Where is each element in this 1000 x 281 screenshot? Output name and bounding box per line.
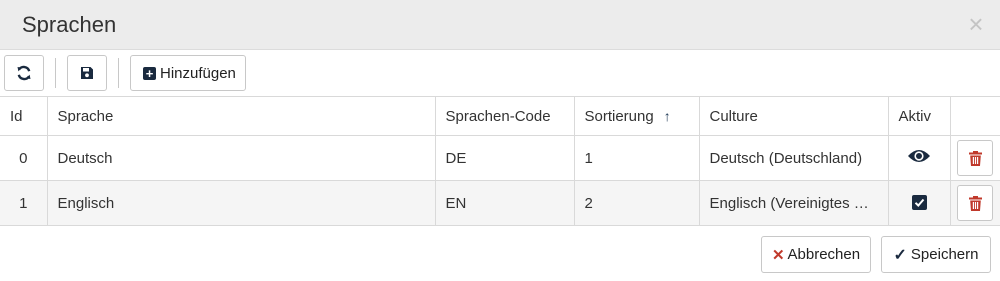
column-header-actions: [949, 96, 1000, 136]
trash-icon: [968, 150, 982, 166]
cell-culture: Englisch (Vereinigtes Königreich): [698, 180, 889, 226]
confirm-save-button[interactable]: ✓ Speichern: [881, 236, 991, 273]
toolbar: + Hinzufügen: [0, 50, 1000, 96]
cell-sort: 2: [573, 180, 700, 226]
column-header-id[interactable]: Id: [0, 96, 48, 136]
column-header-culture[interactable]: Culture: [698, 96, 889, 136]
checkmark-icon: [914, 198, 924, 207]
save-button-label: Speichern: [910, 246, 979, 263]
cell-active: [887, 180, 951, 226]
cell-id: 1: [0, 180, 48, 226]
toolbar-divider: [118, 58, 119, 88]
floppy-disk-icon: [81, 67, 93, 79]
column-header-language[interactable]: Sprache: [46, 96, 436, 136]
refresh-button[interactable]: [4, 55, 44, 91]
eye-icon[interactable]: [907, 148, 931, 164]
languages-dialog: Sprachen × + Hinzufügen Id Sprache Sprac…: [0, 0, 1000, 281]
cell-actions: [949, 180, 1000, 226]
check-icon: ✓: [893, 246, 907, 264]
column-header-sort[interactable]: Sortierung ↑: [573, 96, 700, 136]
active-checkbox[interactable]: [911, 194, 927, 210]
cancel-button[interactable]: ✕ Abbrechen: [761, 236, 871, 273]
add-button-label: Hinzufügen: [160, 64, 236, 82]
refresh-icon: [17, 65, 31, 81]
column-header-code[interactable]: Sprachen-Code: [434, 96, 575, 136]
sort-ascending-icon: ↑: [663, 107, 671, 124]
cancel-button-label: Abbrechen: [787, 246, 861, 263]
table-row[interactable]: 1 Englisch EN 2 Englisch (Vereinigtes Kö…: [0, 180, 1000, 226]
table-header-row: Id Sprache Sprachen-Code Sortierung ↑ Cul…: [0, 96, 1000, 136]
plus-square-icon: +: [143, 66, 156, 80]
close-icon[interactable]: ×: [964, 11, 988, 37]
cell-code: EN: [434, 180, 575, 226]
languages-table: Id Sprache Sprachen-Code Sortierung ↑ Cul…: [0, 96, 1000, 226]
cell-language: Englisch: [46, 180, 436, 226]
trash-icon: [968, 195, 982, 211]
table-row[interactable]: 0 Deutsch DE 1 Deutsch (Deutschland): [0, 135, 1000, 181]
delete-button[interactable]: [957, 185, 994, 221]
cell-sort: 1: [573, 135, 700, 181]
add-button[interactable]: + Hinzufügen: [130, 55, 246, 91]
cell-actions: [949, 135, 1000, 181]
cell-code: DE: [434, 135, 575, 181]
delete-button[interactable]: [957, 140, 994, 176]
x-icon: ✕: [771, 246, 785, 264]
column-header-active[interactable]: Aktiv: [887, 96, 951, 136]
cell-id: 0: [0, 135, 48, 181]
toolbar-divider: [55, 58, 56, 88]
dialog-header: Sprachen ×: [0, 0, 1000, 50]
dialog-footer: ✕ Abbrechen ✓ Speichern: [761, 236, 991, 273]
cell-active: [887, 135, 951, 181]
cell-language: Deutsch: [46, 135, 436, 181]
dialog-title: Sprachen: [22, 11, 117, 37]
save-button[interactable]: [67, 55, 107, 91]
column-header-sort-label: Sortierung: [584, 107, 654, 125]
cell-culture: Deutsch (Deutschland): [698, 135, 889, 181]
